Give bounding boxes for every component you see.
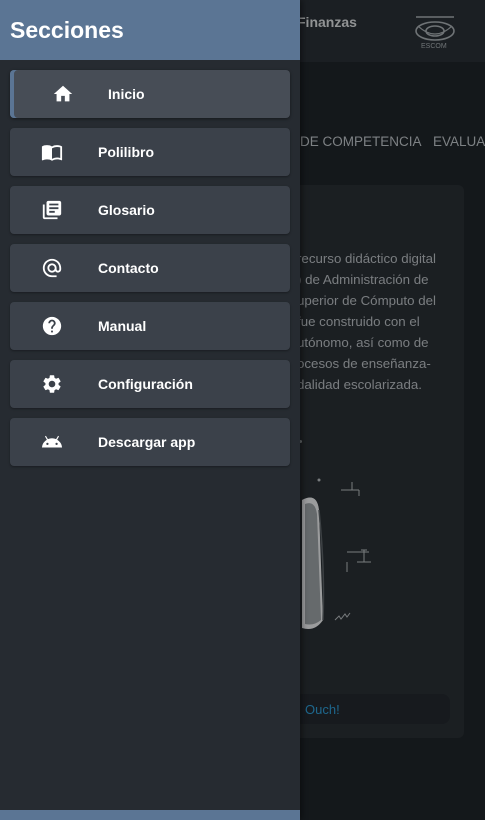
at-sign-icon: [41, 257, 63, 279]
home-icon: [52, 83, 74, 105]
drawer-title: Secciones: [10, 17, 124, 43]
menu-item-label: Contacto: [98, 260, 159, 276]
menu-item-label: Configuración: [98, 376, 193, 392]
book-icon: [41, 141, 63, 163]
help-circle-icon: [41, 315, 63, 337]
menu-item-inicio[interactable]: Inicio: [10, 70, 290, 118]
library-books-icon: [41, 199, 63, 221]
menu-item-manual[interactable]: Manual: [10, 302, 290, 350]
navigation-drawer: Secciones Inicio Polilibro Glosario Cont…: [0, 0, 300, 820]
menu-item-label: Inicio: [108, 86, 145, 102]
menu-item-label: Polilibro: [98, 144, 154, 160]
drawer-header: Secciones: [0, 0, 300, 60]
android-icon: [41, 431, 63, 453]
menu-item-polilibro[interactable]: Polilibro: [10, 128, 290, 176]
menu-item-descargar-app[interactable]: Descargar app: [10, 418, 290, 466]
gear-icon: [41, 373, 63, 395]
drawer-footer-bar: [0, 810, 300, 820]
menu-item-label: Glosario: [98, 202, 155, 218]
menu-item-label: Descargar app: [98, 434, 196, 450]
menu-item-label: Manual: [98, 318, 147, 334]
menu-item-contacto[interactable]: Contacto: [10, 244, 290, 292]
menu-item-glosario[interactable]: Glosario: [10, 186, 290, 234]
menu-item-configuracion[interactable]: Configuración: [10, 360, 290, 408]
